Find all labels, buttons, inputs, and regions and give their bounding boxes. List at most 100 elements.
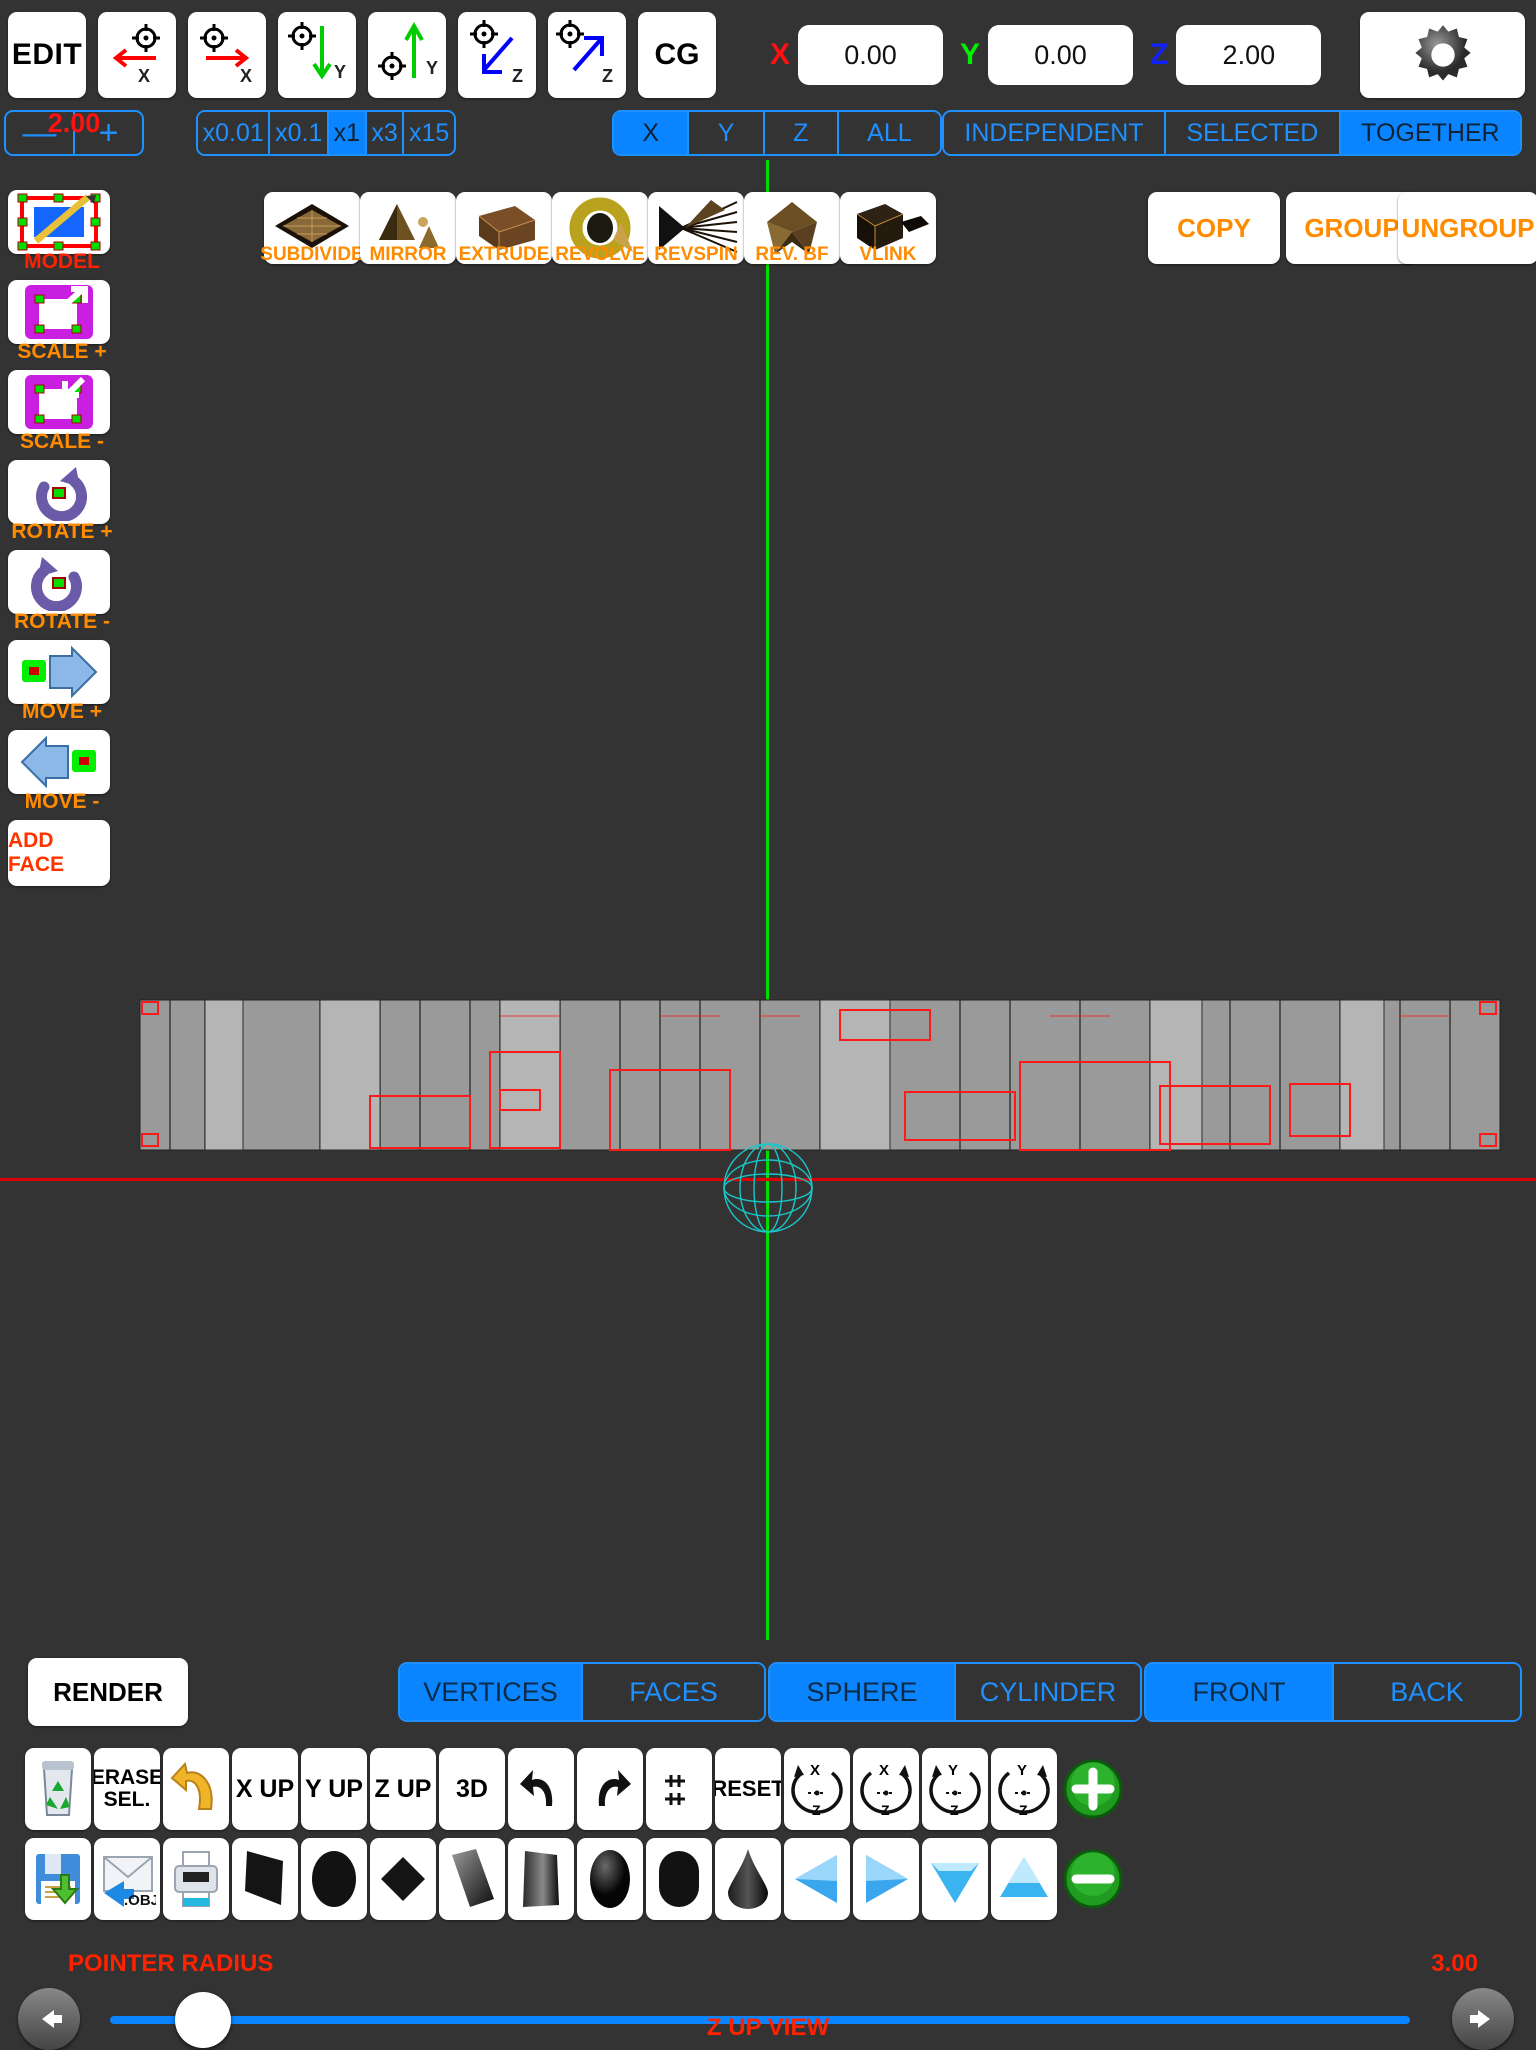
tab-sphere[interactable]: SPHERE xyxy=(770,1664,956,1720)
multiplier-x001[interactable]: x0.01 xyxy=(198,112,271,154)
step-plus-button[interactable]: + xyxy=(75,112,142,154)
shape-cone-button[interactable] xyxy=(715,1838,781,1920)
sidebar-item-move-plus[interactable]: MOVE + xyxy=(8,640,118,723)
shape-capsule-icon xyxy=(659,1851,699,1907)
mode-selected[interactable]: SELECTED xyxy=(1165,112,1341,154)
svg-text:Y: Y xyxy=(948,1762,958,1779)
status-label: Z UP VIEW xyxy=(706,2014,830,2041)
sidebar-item-scale-minus[interactable]: SCALE - xyxy=(8,370,118,453)
pointer-radius-label: POINTER RADIUS xyxy=(68,1950,274,1977)
multiplier-x1[interactable]: x1 xyxy=(329,112,367,154)
redo-button[interactable] xyxy=(577,1748,643,1830)
shape-wedge-right-button[interactable] xyxy=(853,1838,919,1920)
coord-x-group: X 0.00 xyxy=(770,12,944,98)
plus-circle-button[interactable] xyxy=(1060,1748,1126,1830)
move-pos-y-button[interactable]: Y xyxy=(368,12,446,98)
trash-button[interactable] xyxy=(25,1748,91,1830)
three-d-button[interactable]: 3D xyxy=(439,1748,505,1830)
shape-diamond-button[interactable] xyxy=(370,1838,436,1920)
scale-up-icon xyxy=(25,285,93,339)
sidebar-item-add-face[interactable]: ADD FACE xyxy=(8,820,118,886)
mode-independent[interactable]: INDEPENDENT xyxy=(944,112,1166,154)
coord-y-input[interactable]: 0.00 xyxy=(988,25,1134,85)
multiplier-x01[interactable]: x0.1 xyxy=(270,112,329,154)
settings-button[interactable] xyxy=(1360,12,1525,98)
scale-down-button[interactable] xyxy=(8,370,110,434)
rotate-cw-button[interactable] xyxy=(8,550,110,614)
plus-circle-icon xyxy=(1063,1759,1123,1819)
rotate-xz-ccw-button[interactable]: X Z xyxy=(784,1748,850,1830)
step-stepper[interactable]: — + 2.00 xyxy=(4,108,144,156)
import-obj-button[interactable]: .OBJ xyxy=(94,1838,160,1920)
sidebar-item-rotate-minus[interactable]: ROTATE - xyxy=(8,550,118,633)
multiplier-x3[interactable]: x3 xyxy=(366,112,405,154)
move-neg-y-button[interactable]: Y xyxy=(278,12,356,98)
shape-plane-button[interactable] xyxy=(232,1838,298,1920)
rotate-y-cw-button[interactable]: Y Z xyxy=(991,1748,1057,1830)
axis-all-toggle[interactable]: ALL xyxy=(838,112,940,154)
add-face-button[interactable]: ADD FACE xyxy=(8,820,110,886)
tab-front[interactable]: FRONT xyxy=(1146,1664,1334,1720)
edit-button[interactable]: EDIT xyxy=(8,12,86,98)
svg-text:Z: Z xyxy=(812,1802,821,1818)
shape-slab-button[interactable] xyxy=(439,1838,505,1920)
shape-sphere-button[interactable] xyxy=(577,1838,643,1920)
move-pos-z-button[interactable]: Z xyxy=(548,12,626,98)
shape-diamond-icon xyxy=(381,1857,425,1901)
rotate-ccw-button[interactable] xyxy=(8,460,110,524)
shape-pyramid-up-button[interactable] xyxy=(991,1838,1057,1920)
cg-label: CG xyxy=(654,38,700,71)
move-neg-z-button[interactable]: Z xyxy=(458,12,536,98)
scale-up-button[interactable] xyxy=(8,280,110,344)
z-up-button[interactable]: Z UP xyxy=(370,1748,436,1830)
undo-gold-button[interactable] xyxy=(163,1748,229,1830)
x-up-button[interactable]: X UP xyxy=(232,1748,298,1830)
primitive-segment: SPHERE CYLINDER xyxy=(768,1662,1142,1722)
mode-together[interactable]: TOGETHER xyxy=(1340,112,1520,154)
cg-button[interactable]: CG xyxy=(638,12,716,98)
minus-circle-button[interactable] xyxy=(1060,1838,1126,1920)
shape-pyramid-down-button[interactable] xyxy=(922,1838,988,1920)
axis-y-toggle[interactable]: Y xyxy=(689,112,765,154)
undo-icon xyxy=(520,1770,553,1806)
trash-recycle-icon xyxy=(42,1761,74,1816)
reset-button[interactable]: RESET xyxy=(715,1748,781,1830)
shape-ellipse-button[interactable] xyxy=(301,1838,367,1920)
multiplier-x15[interactable]: x15 xyxy=(404,112,454,154)
sidebar-label-move-minus: MOVE - xyxy=(24,790,100,813)
undo-button[interactable] xyxy=(508,1748,574,1830)
rotate-y-ccw-button[interactable]: Y Z xyxy=(922,1748,988,1830)
render-button[interactable]: RENDER xyxy=(28,1658,188,1726)
tab-vertices[interactable]: VERTICES xyxy=(400,1664,583,1720)
y-up-button[interactable]: Y UP xyxy=(301,1748,367,1830)
save-button[interactable] xyxy=(25,1838,91,1920)
move-right-button[interactable] xyxy=(8,640,110,704)
print-button[interactable] xyxy=(163,1838,229,1920)
shape-box-button[interactable] xyxy=(508,1838,574,1920)
tab-faces[interactable]: FACES xyxy=(583,1664,764,1720)
move-left-button[interactable] xyxy=(8,730,110,794)
sidebar-item-rotate-plus[interactable]: ROTATE + xyxy=(8,460,118,543)
coord-z-input[interactable]: 2.00 xyxy=(1176,25,1322,85)
shape-wedge-left-button[interactable] xyxy=(784,1838,850,1920)
erase-selection-button[interactable]: ERASE SEL. xyxy=(94,1748,160,1830)
sidebar-item-scale-plus[interactable]: SCALE + xyxy=(8,280,118,363)
viewport[interactable] xyxy=(0,160,1536,1640)
move-pos-x-button[interactable]: X xyxy=(188,12,266,98)
rotate-xz-cw-button[interactable]: X Z xyxy=(853,1748,919,1830)
step-minus-button[interactable]: — xyxy=(6,112,75,154)
tab-cylinder[interactable]: CYLINDER xyxy=(956,1664,1140,1720)
axis-z-toggle[interactable]: Z xyxy=(764,112,839,154)
sidebar-item-move-minus[interactable]: MOVE - xyxy=(8,730,118,813)
move-neg-x-button[interactable]: X xyxy=(98,12,176,98)
tab-back[interactable]: BACK xyxy=(1334,1664,1520,1720)
copy-button[interactable]: COPY xyxy=(1148,192,1280,264)
coord-x-input[interactable]: 0.00 xyxy=(798,25,944,85)
expand-button[interactable] xyxy=(646,1748,712,1830)
shape-plane-icon xyxy=(245,1851,283,1905)
axis-x-toggle[interactable]: X xyxy=(614,112,690,154)
shape-capsule-button[interactable] xyxy=(646,1838,712,1920)
revolve-label: REVOLVE xyxy=(555,244,645,265)
svg-text:Y: Y xyxy=(1017,1762,1027,1779)
ungroup-button[interactable]: UNGROUP xyxy=(1398,192,1536,264)
